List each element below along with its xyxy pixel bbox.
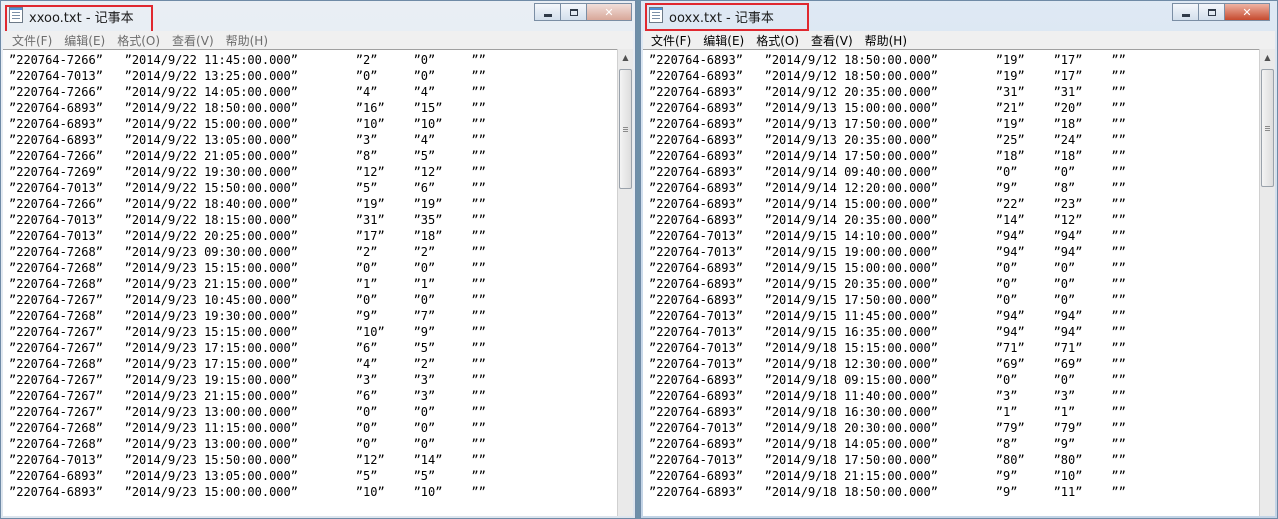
- text-line: ”220764-7013” ”2014/9/22 18:15:00.000” ”…: [9, 213, 486, 227]
- menu-bar: 文件(F) 编辑(E) 格式(O) 查看(V) 帮助(H): [643, 31, 1275, 49]
- menu-edit[interactable]: 编辑(E): [58, 32, 111, 49]
- text-line: ”220764-6893” ”2014/9/12 18:50:00.000” ”…: [649, 53, 1126, 67]
- menu-file[interactable]: 文件(F): [643, 32, 697, 49]
- text-line: ”220764-6893” ”2014/9/18 09:15:00.000” ”…: [649, 373, 1126, 387]
- scroll-thumb[interactable]: [1261, 69, 1274, 187]
- text-line: ”220764-6893” ”2014/9/14 15:00:00.000” ”…: [649, 197, 1126, 211]
- text-line: ”220764-6893” ”2014/9/18 16:30:00.000” ”…: [649, 405, 1126, 419]
- text-line: ”220764-6893” ”2014/9/13 17:50:00.000” ”…: [649, 117, 1126, 131]
- window-controls: ✕: [534, 3, 632, 21]
- vertical-scrollbar[interactable]: ▲: [1259, 49, 1275, 516]
- text-line: ”220764-6893” ”2014/9/14 20:35:00.000” ”…: [649, 213, 1126, 227]
- menu-view[interactable]: 查看(V): [166, 32, 220, 49]
- text-line: ”220764-6893” ”2014/9/18 11:40:00.000” ”…: [649, 389, 1126, 403]
- text-line: ”220764-7266” ”2014/9/22 18:40:00.000” ”…: [9, 197, 486, 211]
- menu-format[interactable]: 格式(O): [111, 32, 166, 49]
- menu-bar: 文件(F) 编辑(E) 格式(O) 查看(V) 帮助(H): [3, 31, 633, 49]
- title-bar[interactable]: xxoo.txt - 记事本 ✕: [1, 1, 635, 35]
- text-line: ”220764-7268” ”2014/9/23 19:30:00.000” ”…: [9, 309, 486, 323]
- text-line: ”220764-7268” ”2014/9/23 11:15:00.000” ”…: [9, 421, 486, 435]
- text-line: ”220764-7013” ”2014/9/18 17:50:00.000” ”…: [649, 453, 1126, 467]
- text-line: ”220764-6893” ”2014/9/14 09:40:00.000” ”…: [649, 165, 1126, 179]
- text-content: ”220764-6893” ”2014/9/12 18:50:00.000” ”…: [649, 52, 1126, 500]
- text-line: ”220764-7013” ”2014/9/22 15:50:00.000” ”…: [9, 181, 486, 195]
- text-line: ”220764-7268” ”2014/9/23 21:15:00.000” ”…: [9, 277, 486, 291]
- notepad-window-ooxx[interactable]: ooxx.txt - 记事本 ✕ 文件(F) 编辑(E) 格式(O) 查看(V)…: [640, 0, 1278, 519]
- text-line: ”220764-7268” ”2014/9/23 13:00:00.000” ”…: [9, 437, 486, 451]
- text-line: ”220764-6893” ”2014/9/15 20:35:00.000” ”…: [649, 277, 1126, 291]
- text-editor[interactable]: ”220764-6893” ”2014/9/12 18:50:00.000” ”…: [643, 49, 1259, 516]
- menu-help[interactable]: 帮助(H): [220, 32, 274, 49]
- text-line: ”220764-6893” ”2014/9/22 13:05:00.000” ”…: [9, 133, 486, 147]
- maximize-button[interactable]: [1198, 3, 1225, 21]
- vertical-scrollbar[interactable]: ▲: [617, 49, 633, 516]
- text-line: ”220764-6893” ”2014/9/18 18:50:00.000” ”…: [649, 485, 1126, 499]
- text-line: ”220764-7013” ”2014/9/22 13:25:00.000” ”…: [9, 69, 486, 83]
- text-line: ”220764-7266” ”2014/9/22 11:45:00.000” ”…: [9, 53, 486, 67]
- text-line: ”220764-7267” ”2014/9/23 21:15:00.000” ”…: [9, 389, 486, 403]
- close-button[interactable]: ✕: [586, 3, 632, 21]
- text-line: ”220764-6893” ”2014/9/23 15:00:00.000” ”…: [9, 485, 486, 499]
- maximize-icon: [1207, 8, 1216, 16]
- highlight-box: [645, 3, 809, 31]
- text-line: ”220764-7267” ”2014/9/23 13:00:00.000” ”…: [9, 405, 486, 419]
- menu-edit[interactable]: 编辑(E): [697, 32, 750, 49]
- text-line: ”220764-7013” ”2014/9/15 11:45:00.000” ”…: [649, 309, 1126, 323]
- menu-format[interactable]: 格式(O): [750, 32, 805, 49]
- text-line: ”220764-7269” ”2014/9/22 19:30:00.000” ”…: [9, 165, 486, 179]
- text-line: ”220764-7013” ”2014/9/18 15:15:00.000” ”…: [649, 341, 1126, 355]
- text-line: ”220764-7013” ”2014/9/18 20:30:00.000” ”…: [649, 421, 1126, 435]
- maximize-icon: [569, 8, 578, 16]
- text-line: ”220764-7268” ”2014/9/23 17:15:00.000” ”…: [9, 357, 486, 371]
- text-line: ”220764-7268” ”2014/9/23 09:30:00.000” ”…: [9, 245, 486, 259]
- text-line: ”220764-7267” ”2014/9/23 19:15:00.000” ”…: [9, 373, 486, 387]
- text-line: ”220764-7267” ”2014/9/23 15:15:00.000” ”…: [9, 325, 486, 339]
- notepad-window-xxoo[interactable]: xxoo.txt - 记事本 ✕ 文件(F) 编辑(E) 格式(O) 查看(V)…: [0, 0, 636, 519]
- text-line: ”220764-6893” ”2014/9/18 21:15:00.000” ”…: [649, 469, 1126, 483]
- text-line: ”220764-6893” ”2014/9/14 12:20:00.000” ”…: [649, 181, 1126, 195]
- text-line: ”220764-7267” ”2014/9/23 10:45:00.000” ”…: [9, 293, 486, 307]
- minimize-icon: [1181, 13, 1190, 17]
- text-line: ”220764-7266” ”2014/9/22 14:05:00.000” ”…: [9, 85, 486, 99]
- text-line: ”220764-6893” ”2014/9/14 17:50:00.000” ”…: [649, 149, 1126, 163]
- scroll-up-icon[interactable]: ▲: [618, 49, 633, 65]
- close-icon: ✕: [1242, 5, 1252, 19]
- minimize-icon: [543, 13, 552, 17]
- close-button[interactable]: ✕: [1224, 3, 1270, 21]
- menu-help[interactable]: 帮助(H): [859, 32, 913, 49]
- text-editor[interactable]: ”220764-7266” ”2014/9/22 11:45:00.000” ”…: [3, 49, 617, 516]
- text-line: ”220764-6893” ”2014/9/23 13:05:00.000” ”…: [9, 469, 486, 483]
- text-line: ”220764-6893” ”2014/9/22 15:00:00.000” ”…: [9, 117, 486, 131]
- text-line: ”220764-6893” ”2014/9/18 14:05:00.000” ”…: [649, 437, 1126, 451]
- scroll-up-icon[interactable]: ▲: [1260, 49, 1275, 65]
- text-line: ”220764-7266” ”2014/9/22 21:05:00.000” ”…: [9, 149, 486, 163]
- scroll-thumb[interactable]: [619, 69, 632, 189]
- text-content: ”220764-7266” ”2014/9/22 11:45:00.000” ”…: [9, 52, 486, 500]
- text-line: ”220764-7013” ”2014/9/22 20:25:00.000” ”…: [9, 229, 486, 243]
- text-line: ”220764-7013” ”2014/9/15 19:00:00.000” ”…: [649, 245, 1126, 259]
- text-line: ”220764-7013” ”2014/9/15 14:10:00.000” ”…: [649, 229, 1126, 243]
- text-line: ”220764-6893” ”2014/9/13 15:00:00.000” ”…: [649, 101, 1126, 115]
- title-bar[interactable]: ooxx.txt - 记事本 ✕: [641, 1, 1277, 31]
- text-line: ”220764-6893” ”2014/9/22 18:50:00.000” ”…: [9, 101, 486, 115]
- menu-view[interactable]: 查看(V): [805, 32, 859, 49]
- minimize-button[interactable]: [534, 3, 561, 21]
- text-line: ”220764-6893” ”2014/9/15 15:00:00.000” ”…: [649, 261, 1126, 275]
- menu-file[interactable]: 文件(F): [3, 32, 58, 49]
- text-line: ”220764-7267” ”2014/9/23 17:15:00.000” ”…: [9, 341, 486, 355]
- close-icon: ✕: [604, 5, 614, 19]
- minimize-button[interactable]: [1172, 3, 1199, 21]
- maximize-button[interactable]: [560, 3, 587, 21]
- text-line: ”220764-7013” ”2014/9/15 16:35:00.000” ”…: [649, 325, 1126, 339]
- text-line: ”220764-7013” ”2014/9/23 15:50:00.000” ”…: [9, 453, 486, 467]
- text-line: ”220764-6893” ”2014/9/15 17:50:00.000” ”…: [649, 293, 1126, 307]
- text-line: ”220764-6893” ”2014/9/13 20:35:00.000” ”…: [649, 133, 1126, 147]
- window-controls: ✕: [1172, 3, 1270, 21]
- text-line: ”220764-6893” ”2014/9/12 20:35:00.000” ”…: [649, 85, 1126, 99]
- text-line: ”220764-7268” ”2014/9/23 15:15:00.000” ”…: [9, 261, 486, 275]
- text-line: ”220764-7013” ”2014/9/18 12:30:00.000” ”…: [649, 357, 1126, 371]
- text-line: ”220764-6893” ”2014/9/12 18:50:00.000” ”…: [649, 69, 1126, 83]
